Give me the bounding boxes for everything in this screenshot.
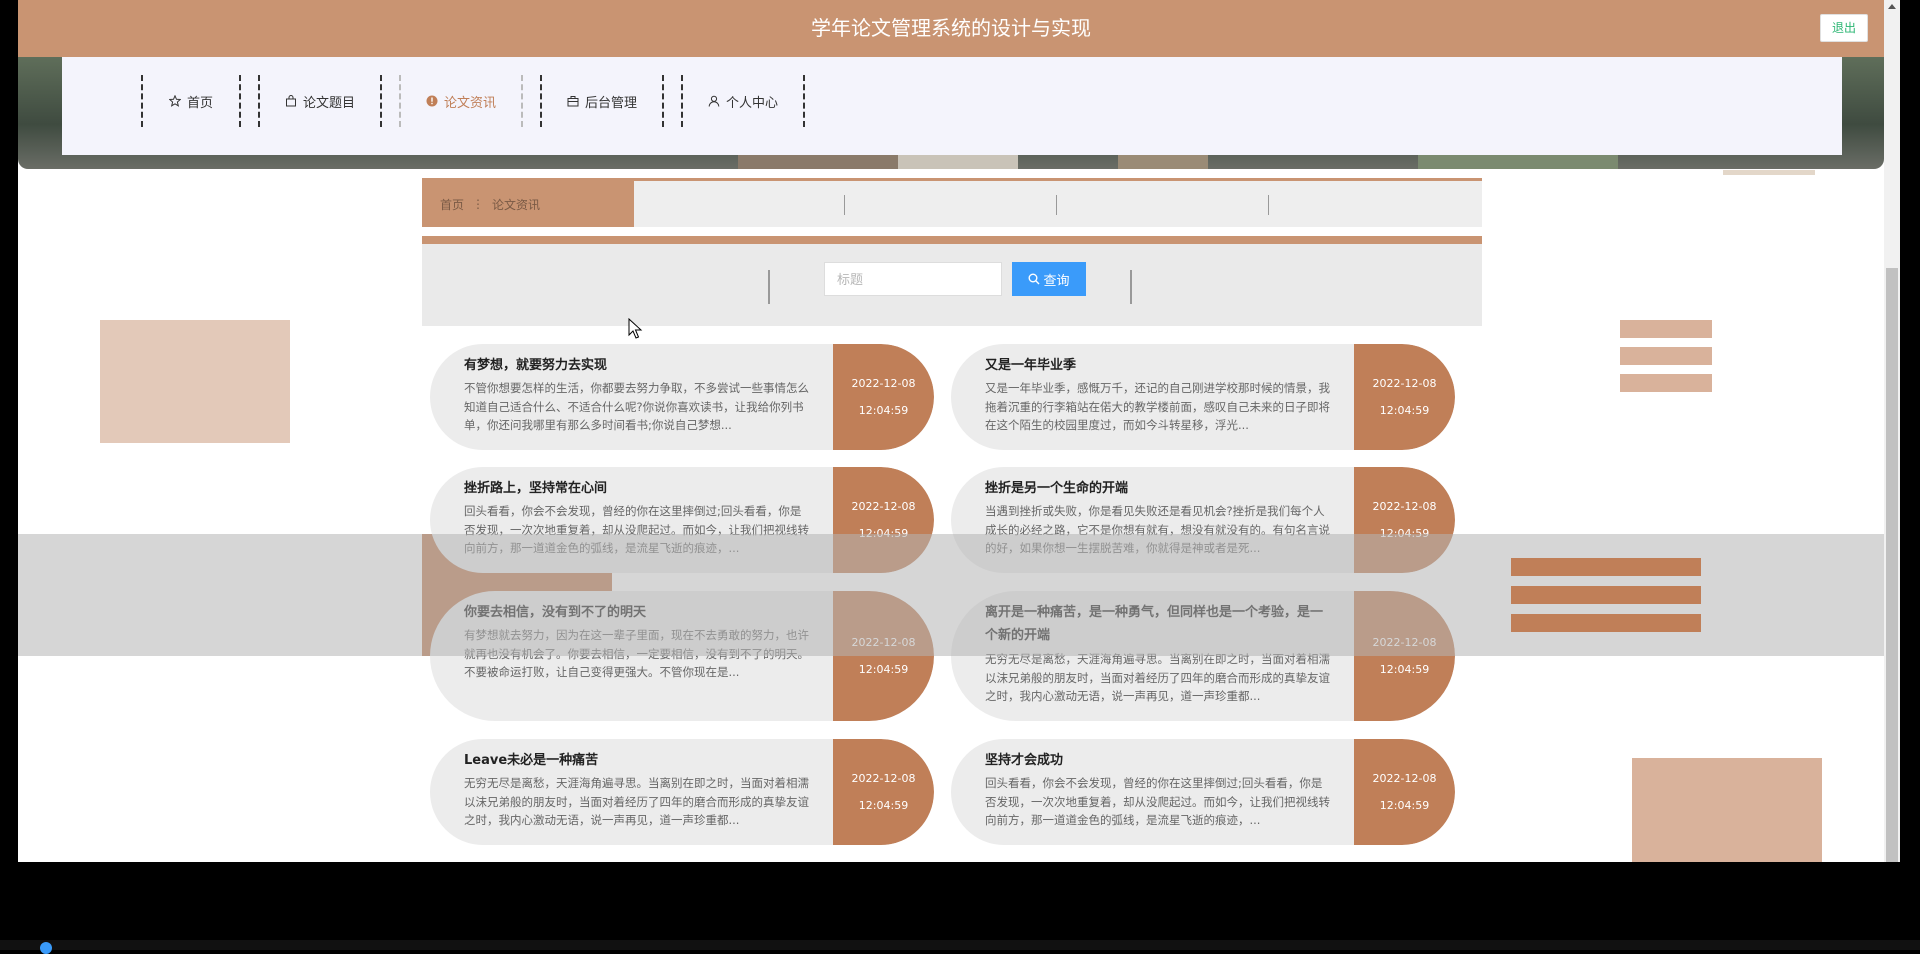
page: 学年论文管理系统的设计与实现 退出 首页 论文题目 论文资讯 后台管理 个人中心…	[18, 0, 1884, 862]
article-date-day: 2022-12-08	[851, 377, 916, 390]
breadcrumb-news: 论文资讯	[492, 197, 541, 212]
info-circle-icon	[426, 95, 438, 107]
article-date-day: 2022-12-08	[1372, 636, 1437, 649]
article-card[interactable]: 离开是一种痛苦，是一种勇气，但同样也是一个考验，是一个新的开端 无穷无尽是离愁，…	[951, 591, 1455, 721]
nav-item-news[interactable]: 论文资讯	[399, 75, 523, 127]
decor-stripe	[1723, 170, 1815, 175]
logout-button[interactable]: 退出	[1820, 14, 1868, 42]
article-date-day: 2022-12-08	[1372, 500, 1437, 513]
nav-item-admin[interactable]: 后台管理	[540, 75, 664, 127]
article-excerpt: 无穷无尽是离愁，天涯海角遍寻思。当离别在即之时，当面对着相濡以沫兄弟般的朋友时，…	[464, 776, 809, 827]
nav-item-label: 后台管理	[584, 95, 637, 111]
article-date-day: 2022-12-08	[1372, 377, 1437, 390]
article-date: 2022-12-08 12:04:59	[833, 344, 934, 450]
article-date-time: 12:04:59	[1379, 799, 1430, 812]
scrollbar-thumb[interactable]	[1886, 268, 1898, 862]
article-excerpt: 当遇到挫折或失败，你是看见失败还是看见机会?挫折是我们每个人成长的必经之路，它不…	[985, 504, 1330, 555]
decor-block	[1632, 758, 1822, 862]
article-date: 2022-12-08 12:04:59	[1354, 591, 1455, 721]
article-date-day: 2022-12-08	[851, 772, 916, 785]
article-date: 2022-12-08 12:04:59	[833, 591, 934, 721]
breadcrumb-separator: ⋮	[472, 197, 485, 211]
article-title[interactable]: 有梦想，就要努力去实现	[464, 356, 810, 376]
nav-item-label: 首页	[186, 95, 213, 111]
mouse-cursor-icon	[628, 318, 643, 339]
article-date-day: 2022-12-08	[851, 500, 916, 513]
decor-stripe	[1511, 586, 1701, 604]
article-title[interactable]: 坚持才会成功	[985, 751, 1331, 771]
article-date: 2022-12-08 12:04:59	[1354, 739, 1455, 845]
breadcrumb: 首页 ⋮ 论文资讯	[422, 178, 1482, 227]
decor-block	[100, 320, 290, 443]
decor-stripe	[1620, 347, 1712, 365]
breadcrumb-home[interactable]: 首页	[440, 196, 464, 213]
site-title: 学年论文管理系统的设计与实现	[811, 16, 1091, 40]
divider	[1268, 195, 1269, 215]
article-card[interactable]: 你要去相信，没有到不了的明天 有梦想就去努力，因为在这一辈子里面，现在不去勇敢的…	[430, 591, 934, 721]
search-icon	[1028, 273, 1040, 285]
article-date-time: 12:04:59	[858, 663, 909, 676]
article-card[interactable]: 又是一年毕业季 又是一年毕业季，感慨万千，还记的自己刚进学校那时候的情景，我拖着…	[951, 344, 1455, 450]
nav-item-label: 论文题目	[302, 95, 355, 111]
article-title[interactable]: 又是一年毕业季	[985, 356, 1331, 376]
article-date-time: 12:04:59	[858, 527, 909, 540]
nav-item-home[interactable]: 首页	[141, 75, 241, 127]
search-button[interactable]: 查询	[1012, 262, 1086, 296]
article-excerpt: 回头看看，你会不会发现，曾经的你在这里摔倒过;回头看看，你是否发现，一次次地重复…	[985, 776, 1330, 827]
article-date: 2022-12-08 12:04:59	[1354, 467, 1455, 573]
divider	[768, 270, 770, 304]
divider	[1056, 195, 1057, 215]
scroll-up-arrow-icon[interactable]	[1888, 4, 1896, 9]
decor-stripe	[1620, 320, 1712, 338]
search-bar: 查询	[422, 236, 1482, 326]
nav-item-topics[interactable]: 论文题目	[258, 75, 382, 127]
nav-item-label: 个人中心	[725, 95, 778, 111]
status-dot-icon	[40, 942, 52, 954]
article-excerpt: 回头看看，你会不会发现，曾经的你在这里摔倒过;回头看看，你是否发现，一次次地重复…	[464, 504, 809, 555]
nav-item-profile[interactable]: 个人中心	[681, 75, 805, 127]
decor-stripe	[1511, 614, 1701, 632]
user-icon	[708, 95, 720, 107]
article-date-time: 12:04:59	[1379, 404, 1430, 417]
article-date-day: 2022-12-08	[851, 636, 916, 649]
article-date: 2022-12-08 12:04:59	[833, 467, 934, 573]
divider	[1130, 270, 1132, 304]
article-date: 2022-12-08 12:04:59	[1354, 344, 1455, 450]
article-date-time: 12:04:59	[858, 404, 909, 417]
article-date-day: 2022-12-08	[1372, 772, 1437, 785]
breadcrumb-current: 首页 ⋮ 论文资讯	[422, 181, 634, 227]
article-title[interactable]: 挫折是另一个生命的开端	[985, 479, 1331, 499]
article-card[interactable]: Leave未必是一种痛苦 无穷无尽是离愁，天涯海角遍寻思。当离别在即之时，当面对…	[430, 739, 934, 845]
article-date-time: 12:04:59	[1379, 527, 1430, 540]
top-header: 学年论文管理系统的设计与实现 退出	[18, 0, 1884, 57]
nav-item-label: 论文资讯	[443, 95, 496, 111]
briefcase-icon	[567, 96, 579, 107]
decor-stripe	[1511, 558, 1701, 576]
bag-icon	[285, 95, 296, 107]
main-nav: 首页 论文题目 论文资讯 后台管理 个人中心	[62, 57, 1842, 155]
divider	[844, 195, 845, 215]
decor-stripe	[1620, 374, 1712, 392]
article-date: 2022-12-08 12:04:59	[833, 739, 934, 845]
article-card[interactable]: 坚持才会成功 回头看看，你会不会发现，曾经的你在这里摔倒过;回头看看，你是否发现…	[951, 739, 1455, 845]
article-title[interactable]: 你要去相信，没有到不了的明天	[464, 603, 810, 623]
article-title[interactable]: 挫折路上，坚持常在心间	[464, 479, 810, 499]
article-excerpt: 无穷无尽是离愁，天涯海角遍寻思。当离别在即之时，当面对着相濡以沫兄弟般的朋友时，…	[985, 652, 1330, 703]
search-button-label: 查询	[1043, 272, 1070, 288]
article-card[interactable]: 有梦想，就要努力去实现 不管你想要怎样的生活，你都要去努力争取，不多尝试一些事情…	[430, 344, 934, 450]
article-card[interactable]: 挫折是另一个生命的开端 当遇到挫折或失败，你是看见失败还是看见机会?挫折是我们每…	[951, 467, 1455, 573]
search-input[interactable]	[824, 262, 1002, 296]
article-title[interactable]: 离开是一种痛苦，是一种勇气，但同样也是一个考验，是一个新的开端	[985, 601, 1331, 647]
browser-viewport: 学年论文管理系统的设计与实现 退出 首页 论文题目 论文资讯 后台管理 个人中心…	[0, 0, 1920, 954]
article-excerpt: 不管你想要怎样的生活，你都要去努力争取，不多尝试一些事情怎么知道自己适合什么、不…	[464, 381, 809, 432]
article-date-time: 12:04:59	[858, 799, 909, 812]
article-date-time: 12:04:59	[1379, 663, 1430, 676]
article-title[interactable]: Leave未必是一种痛苦	[464, 751, 810, 771]
taskbar-strip	[0, 940, 1920, 950]
article-excerpt: 有梦想就去努力，因为在这一辈子里面，现在不去勇敢的努力，也许就再也没有机会了。你…	[464, 628, 809, 679]
star-icon	[168, 95, 181, 107]
article-card[interactable]: 挫折路上，坚持常在心间 回头看看，你会不会发现，曾经的你在这里摔倒过;回头看看，…	[430, 467, 934, 573]
article-excerpt: 又是一年毕业季，感慨万千，还记的自己刚进学校那时候的情景，我拖着沉重的行李箱站在…	[985, 381, 1330, 432]
